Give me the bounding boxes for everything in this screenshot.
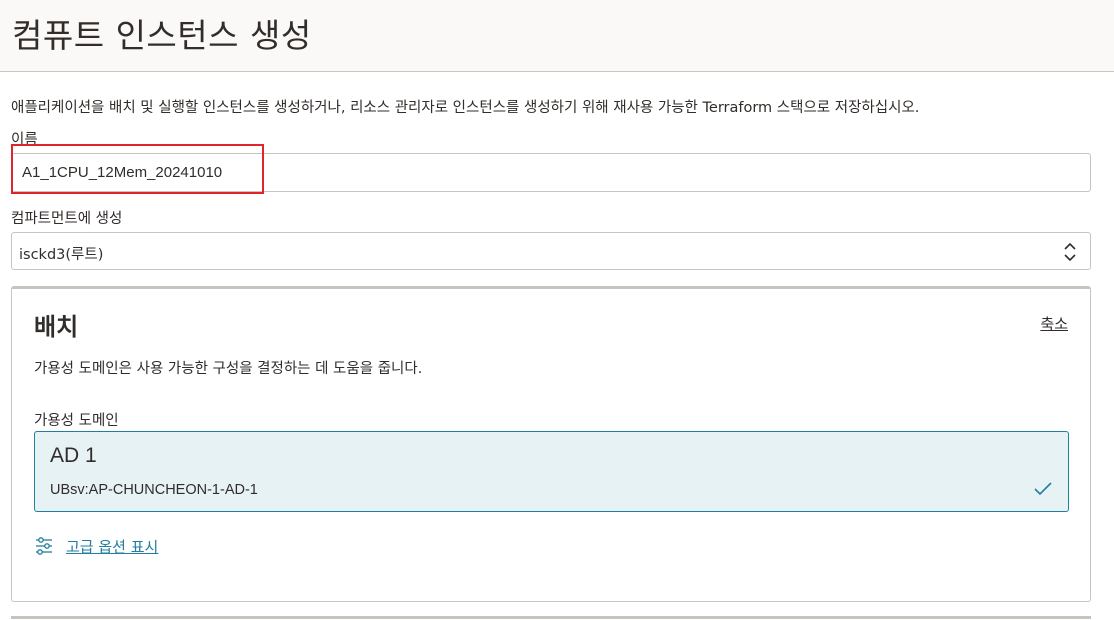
collapse-link[interactable]: 축소 <box>1040 313 1068 334</box>
advanced-options-label: 고급 옵션 표시 <box>66 537 159 556</box>
chevron-up-down-icon <box>1064 242 1076 262</box>
page-title: 컴퓨트 인스턴스 생성 <box>12 16 312 55</box>
placement-description: 가용성 도메인은 사용 가능한 구성을 결정하는 데 도움을 줍니다. <box>34 361 423 377</box>
create-instance-page: 컴퓨트 인스턴스 생성 애플리케이션을 배치 및 실행할 인스턴스를 생성하거나… <box>0 0 1114 620</box>
placement-card: 배치 축소 가용성 도메인은 사용 가능한 구성을 결정하는 데 도움을 줍니다… <box>11 286 1091 602</box>
compartment-select[interactable]: isckd3(루트) <box>11 232 1091 270</box>
availability-domain-option-ad1[interactable]: AD 1 UBsv:AP-CHUNCHEON-1-AD-1 <box>34 431 1069 512</box>
ad-option-id: UBsv:AP-CHUNCHEON-1-AD-1 <box>50 482 258 498</box>
name-label: 이름 <box>11 132 38 148</box>
checkmark-icon <box>1034 482 1052 496</box>
compartment-label: 컴파트먼트에 생성 <box>11 211 123 227</box>
name-input[interactable] <box>11 153 1091 192</box>
compartment-select-value: isckd3(루트) <box>19 247 104 263</box>
availability-domain-label: 가용성 도메인 <box>34 413 119 429</box>
advanced-options-toggle[interactable]: 고급 옵션 표시 <box>34 535 158 557</box>
next-section-edge <box>11 616 1091 620</box>
page-header: 컴퓨트 인스턴스 생성 <box>0 0 1114 72</box>
sliders-icon <box>36 537 52 555</box>
placement-title: 배치 <box>34 313 79 341</box>
page-description: 애플리케이션을 배치 및 실행할 인스턴스를 생성하거나, 리소스 관리자로 인… <box>11 100 920 116</box>
ad-option-name: AD 1 <box>50 444 97 467</box>
